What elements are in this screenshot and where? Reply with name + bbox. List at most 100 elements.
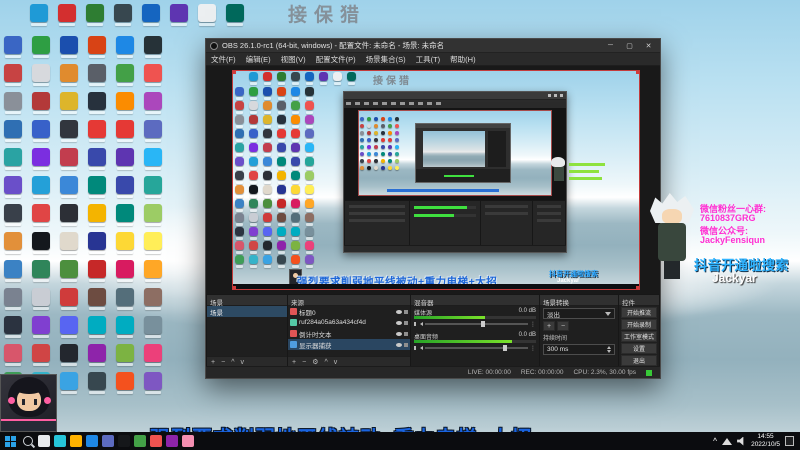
desktop-icon[interactable]	[88, 176, 106, 198]
lock-icon[interactable]	[404, 309, 408, 314]
desktop-icon[interactable]	[32, 120, 50, 142]
source-row[interactable]: 倒计时文本	[288, 328, 410, 339]
volume-fader[interactable]: ⋮	[414, 343, 536, 353]
desktop-icon[interactable]	[4, 232, 22, 254]
taskbar-app-icon[interactable]	[182, 435, 194, 447]
desktop-icon[interactable]	[86, 4, 104, 26]
desktop-icon[interactable]	[30, 4, 48, 26]
desktop-icon[interactable]	[4, 288, 22, 310]
taskbar-app-icon[interactable]	[54, 435, 66, 447]
crop-handle[interactable]	[636, 71, 639, 74]
source-row[interactable]: 显示器捕获	[288, 339, 410, 350]
add-source-icon[interactable]: +	[292, 359, 296, 366]
obs-titlebar[interactable]: OBS 26.1.0-rc1 (64-bit, windows) - 配置文件:…	[206, 39, 660, 53]
taskbar-app-icon[interactable]	[38, 435, 50, 447]
visibility-eye-icon[interactable]	[396, 342, 402, 347]
menu-item[interactable]: 配置文件(P)	[311, 54, 361, 65]
desktop-icon[interactable]	[144, 148, 162, 170]
fader-knob[interactable]	[503, 345, 508, 351]
menu-item[interactable]: 场景集合(S)	[361, 54, 411, 65]
menu-item[interactable]: 工具(T)	[411, 54, 446, 65]
desktop-icon[interactable]	[170, 4, 188, 26]
desktop-icon[interactable]	[4, 120, 22, 142]
minimize-icon[interactable]: ─	[603, 42, 618, 49]
desktop-icon[interactable]	[4, 260, 22, 282]
desktop-icon[interactable]	[116, 148, 134, 170]
desktop-icon[interactable]	[144, 176, 162, 198]
desktop-icon[interactable]	[60, 344, 78, 366]
move-up-icon[interactable]: ^	[324, 359, 327, 366]
desktop-icon[interactable]	[4, 204, 22, 226]
desktop-icon[interactable]	[4, 176, 22, 198]
taskbar-app-icon[interactable]	[102, 435, 114, 447]
desktop-icon[interactable]	[32, 92, 50, 114]
controls-button[interactable]: 退出	[621, 355, 657, 366]
start-button[interactable]	[3, 435, 17, 447]
desktop-icon[interactable]	[116, 92, 134, 114]
desktop-icon[interactable]	[144, 64, 162, 86]
desktop-icon[interactable]	[60, 64, 78, 86]
desktop-icon[interactable]	[60, 176, 78, 198]
desktop-icon[interactable]	[116, 176, 134, 198]
desktop-icon[interactable]	[32, 148, 50, 170]
fader-knob[interactable]	[480, 321, 485, 327]
visibility-eye-icon[interactable]	[396, 309, 402, 314]
controls-button[interactable]: 设置	[621, 343, 657, 354]
close-icon[interactable]: ✕	[641, 42, 656, 50]
obs-preview[interactable]: 接保猎 抖音开通啦搜索 Jackyar 强烈要求削弱地平线被动+重力电梯+大招	[206, 66, 660, 294]
visibility-eye-icon[interactable]	[396, 320, 402, 325]
desktop-icon[interactable]	[198, 4, 216, 26]
desktop-icon[interactable]	[60, 372, 78, 394]
desktop-icon[interactable]	[60, 36, 78, 58]
desktop-icon[interactable]	[32, 176, 50, 198]
desktop-icon[interactable]	[144, 344, 162, 366]
remove-scene-icon[interactable]: −	[221, 359, 225, 366]
taskbar-clock[interactable]: 14:55 2022/10/5	[751, 433, 780, 449]
taskbar-app-icon[interactable]	[118, 435, 130, 447]
transition-select[interactable]: 淡出	[543, 308, 615, 319]
desktop-icon[interactable]	[4, 316, 22, 338]
remove-source-icon[interactable]: −	[302, 359, 306, 366]
desktop-icon[interactable]	[144, 92, 162, 114]
desktop-icon[interactable]	[32, 344, 50, 366]
taskbar-app-icon[interactable]	[134, 435, 146, 447]
menu-item[interactable]: 视图(V)	[276, 54, 311, 65]
taskbar-app-icon[interactable]	[150, 435, 162, 447]
source-row[interactable]: 标题0	[288, 306, 410, 317]
notification-center-icon[interactable]	[785, 436, 794, 446]
channel-menu-icon[interactable]: ⋮	[530, 321, 536, 328]
add-scene-icon[interactable]: +	[211, 359, 215, 366]
visibility-eye-icon[interactable]	[396, 331, 402, 336]
desktop-icon[interactable]	[88, 148, 106, 170]
desktop-icon[interactable]	[4, 36, 22, 58]
taskbar-app-icon[interactable]	[70, 435, 82, 447]
desktop-icon[interactable]	[88, 36, 106, 58]
controls-button[interactable]: 开始推流	[621, 307, 657, 318]
desktop-icon[interactable]	[60, 120, 78, 142]
desktop-icon[interactable]	[32, 64, 50, 86]
desktop-icon[interactable]	[114, 4, 132, 26]
scene-row[interactable]: 场景	[207, 306, 287, 317]
lock-icon[interactable]	[404, 342, 408, 347]
desktop-icon[interactable]	[88, 344, 106, 366]
remove-transition-icon[interactable]: −	[557, 321, 569, 331]
move-up-icon[interactable]: ^	[231, 359, 234, 366]
channel-menu-icon[interactable]: ⋮	[530, 345, 536, 352]
controls-button[interactable]: 开始录制	[621, 319, 657, 330]
desktop-icon[interactable]	[144, 36, 162, 58]
desktop-icon[interactable]	[4, 64, 22, 86]
desktop-icon[interactable]	[60, 92, 78, 114]
desktop-icon[interactable]	[144, 120, 162, 142]
desktop-icon[interactable]	[142, 4, 160, 26]
volume-icon[interactable]	[737, 436, 744, 446]
spin-arrows-icon[interactable]	[607, 344, 611, 355]
duration-spinbox[interactable]: 300 ms	[543, 344, 615, 355]
desktop-icon[interactable]	[32, 316, 50, 338]
fader-track[interactable]	[425, 345, 528, 351]
desktop-icon[interactable]	[144, 372, 162, 394]
crop-handle[interactable]	[233, 286, 236, 289]
menu-item[interactable]: 编辑(E)	[241, 54, 276, 65]
desktop-icon[interactable]	[116, 372, 134, 394]
desktop-icon[interactable]	[116, 64, 134, 86]
crop-handle[interactable]	[636, 286, 639, 289]
